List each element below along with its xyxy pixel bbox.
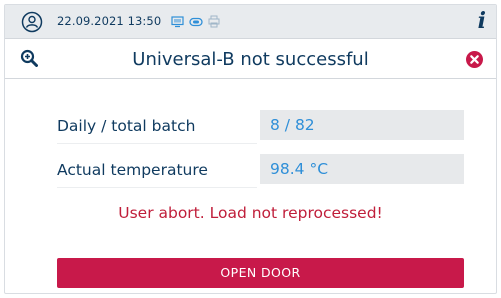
daily-total-batch-label: Daily / total batch	[57, 117, 257, 144]
error-message: User abort. Load not reprocessed!	[118, 204, 383, 222]
actual-temperature-value: 98.4 °C	[260, 154, 464, 184]
date-time: 22.09.2021 13:50	[57, 14, 162, 28]
link-icon	[189, 17, 203, 27]
actual-temperature-label: Actual temperature	[57, 161, 257, 188]
daily-total-batch-value: 8 / 82	[260, 110, 464, 140]
info-icon[interactable]: i	[478, 9, 486, 33]
printer-icon	[208, 15, 220, 28]
dialog-window: 22.09.2021 13:50 i Universal-B not succe…	[4, 4, 497, 294]
open-door-button[interactable]: OPEN DOOR	[57, 258, 464, 288]
status-bar: 22.09.2021 13:50 i	[5, 5, 496, 39]
user-icon[interactable]	[21, 11, 43, 33]
page-title: Universal-B not successful	[132, 49, 369, 70]
monitor-icon	[171, 16, 184, 28]
title-bar: Universal-B not successful	[5, 39, 496, 79]
close-icon[interactable]	[466, 51, 483, 68]
